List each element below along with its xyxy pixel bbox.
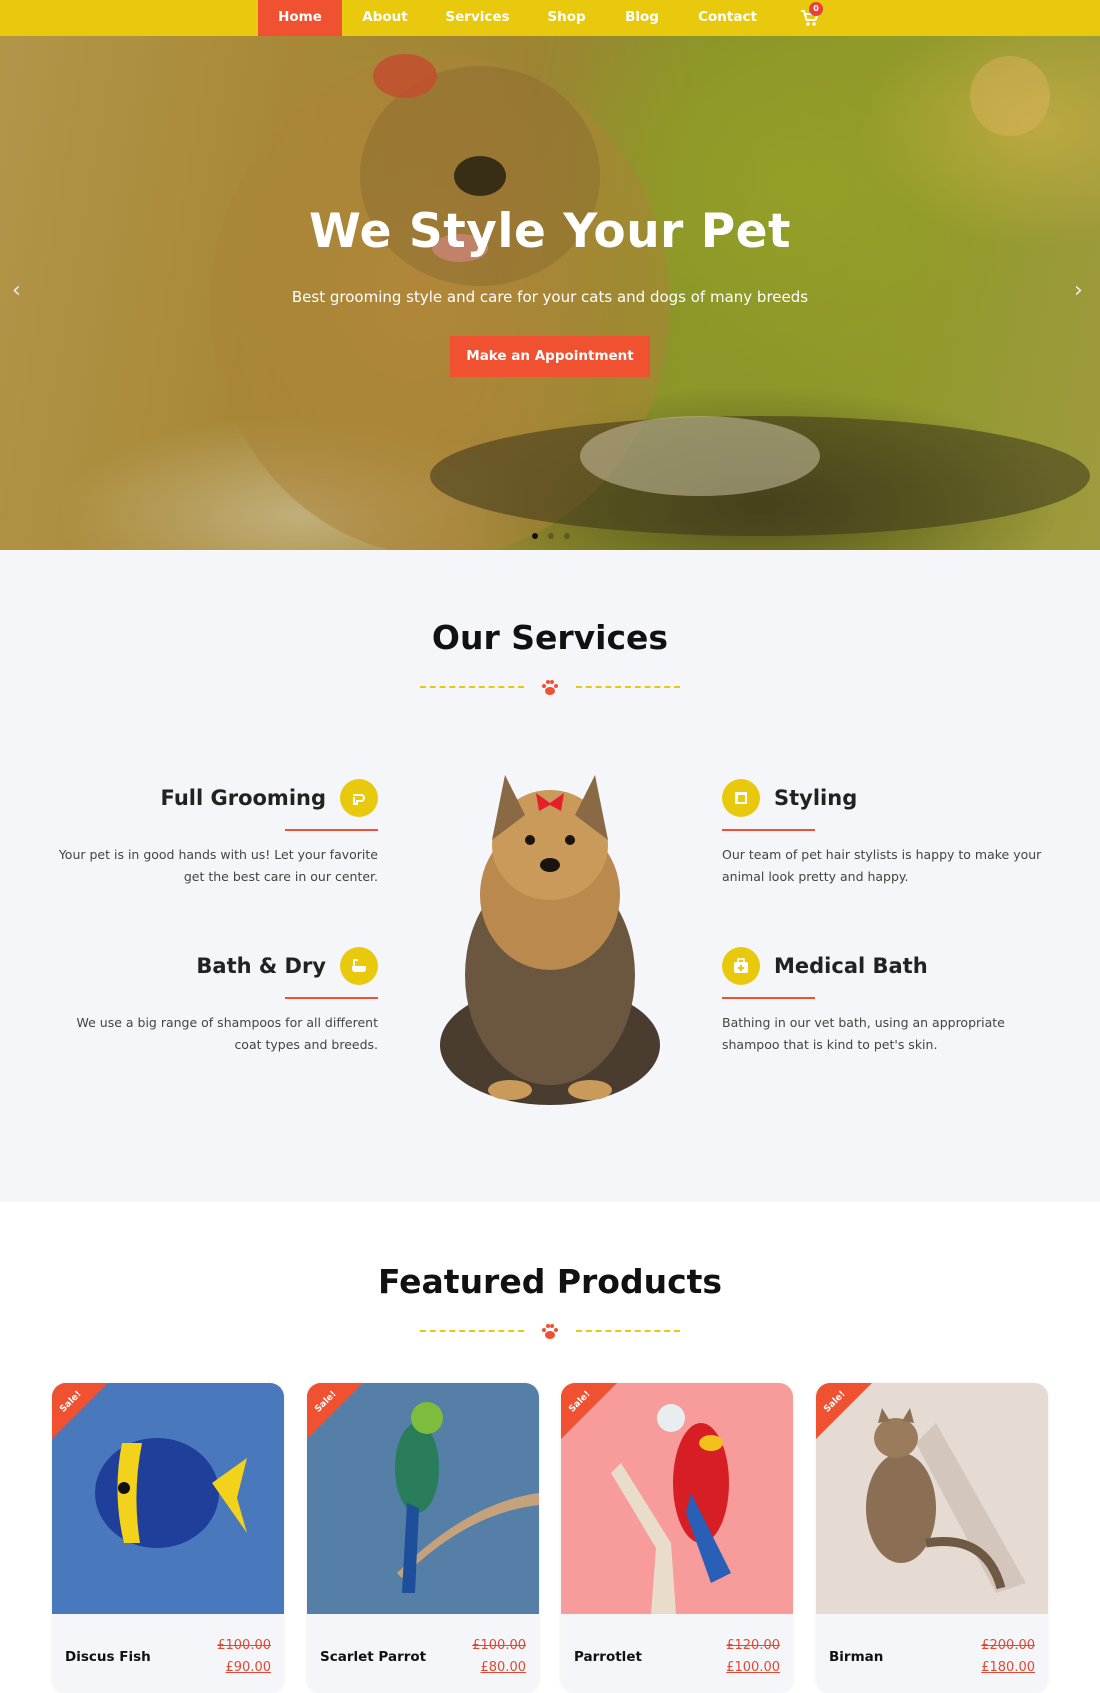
service-title: Medical Bath	[774, 954, 928, 978]
medical-kit-icon	[722, 947, 760, 985]
service-title: Full Grooming	[160, 786, 326, 810]
product-name[interactable]: Scarlet Parrot	[320, 1649, 426, 1665]
product-name[interactable]: Parrotlet	[574, 1649, 642, 1665]
grooming-hand-icon	[340, 779, 378, 817]
styling-frame-icon	[722, 779, 760, 817]
product-image[interactable]: Sale!	[307, 1383, 539, 1614]
hero-slider: We Style Your Pet Best grooming style an…	[0, 36, 1100, 550]
product-old-price: £120.00	[726, 1638, 780, 1653]
sale-badge	[816, 1383, 872, 1439]
product-image[interactable]: Sale!	[561, 1383, 793, 1614]
product-name[interactable]: Birman	[829, 1649, 883, 1665]
product-card-discus-fish[interactable]: Sale! Discus Fish £100.00 £90.00	[52, 1383, 284, 1693]
nav-contact[interactable]: Contact	[690, 0, 765, 36]
yorkie-dog-image	[440, 775, 660, 1105]
services-divider	[420, 680, 680, 695]
cart-count-badge: 0	[809, 2, 823, 16]
product-sale-price: £180.00	[981, 1660, 1035, 1675]
slider-dot-2[interactable]	[548, 533, 554, 539]
product-image[interactable]: Sale!	[816, 1383, 1048, 1614]
product-sale-price: £80.00	[480, 1660, 527, 1675]
product-card-parrotlet[interactable]: Sale! Parrotlet £120.00 £100.00	[561, 1383, 793, 1693]
hero-subtitle: Best grooming style and care for your ca…	[291, 288, 809, 306]
slider-dot-1[interactable]	[532, 533, 538, 539]
service-header: Full Grooming	[161, 778, 378, 818]
product-old-price: £200.00	[981, 1638, 1035, 1653]
bathtub-icon	[340, 947, 378, 985]
paw-icon	[542, 1324, 558, 1339]
nav-home[interactable]: Home	[258, 0, 342, 36]
service-underline	[285, 997, 378, 999]
hero-title: We Style Your Pet	[308, 204, 791, 259]
services-title: Our Services	[431, 618, 669, 657]
top-navigation: Home About Services Shop Blog Contact 0	[0, 0, 1100, 36]
products-title: Featured Products	[377, 1262, 723, 1301]
slider-dot-3[interactable]	[564, 533, 570, 539]
service-header: Bath & Dry	[196, 946, 378, 986]
slider-dots	[532, 533, 570, 539]
service-header: Medical Bath	[722, 946, 928, 986]
products-divider	[420, 1324, 680, 1339]
product-card-scarlet-parrot[interactable]: Sale! Scarlet Parrot £100.00 £80.00	[307, 1383, 539, 1693]
product-sale-price: £90.00	[225, 1660, 272, 1675]
service-description: Our team of pet hair stylists is happy t…	[722, 847, 1042, 884]
chevron-right-icon[interactable]: ›	[1074, 278, 1083, 303]
paw-icon	[542, 680, 558, 695]
nav-shop[interactable]: Shop	[535, 0, 598, 36]
service-underline	[722, 829, 815, 831]
sale-badge	[307, 1383, 363, 1439]
chevron-left-icon[interactable]: ‹	[12, 278, 21, 303]
service-underline	[722, 997, 815, 999]
service-title: Styling	[774, 786, 858, 810]
sale-badge	[52, 1383, 108, 1439]
product-sale-price: £100.00	[726, 1660, 780, 1675]
nav-about[interactable]: About	[350, 0, 420, 36]
nav-services[interactable]: Services	[435, 0, 520, 36]
product-name[interactable]: Discus Fish	[65, 1649, 151, 1665]
product-old-price: £100.00	[217, 1638, 271, 1653]
product-image[interactable]: Sale!	[52, 1383, 284, 1614]
service-description: We use a big range of shampoos for all d…	[76, 1015, 379, 1052]
service-title: Bath & Dry	[196, 954, 326, 978]
nav-blog[interactable]: Blog	[612, 0, 672, 36]
service-underline	[285, 829, 378, 831]
product-old-price: £100.00	[472, 1638, 526, 1653]
sale-badge	[561, 1383, 617, 1439]
service-description: Bathing in our vet bath, using an approp…	[722, 1015, 1005, 1052]
product-card-birman[interactable]: Sale! Birman £200.00 £180.00	[816, 1383, 1048, 1693]
make-appointment-button[interactable]: Make an Appointment	[450, 336, 650, 377]
service-description: Your pet is in good hands with us! Let y…	[58, 847, 378, 884]
service-header: Styling	[722, 778, 857, 818]
